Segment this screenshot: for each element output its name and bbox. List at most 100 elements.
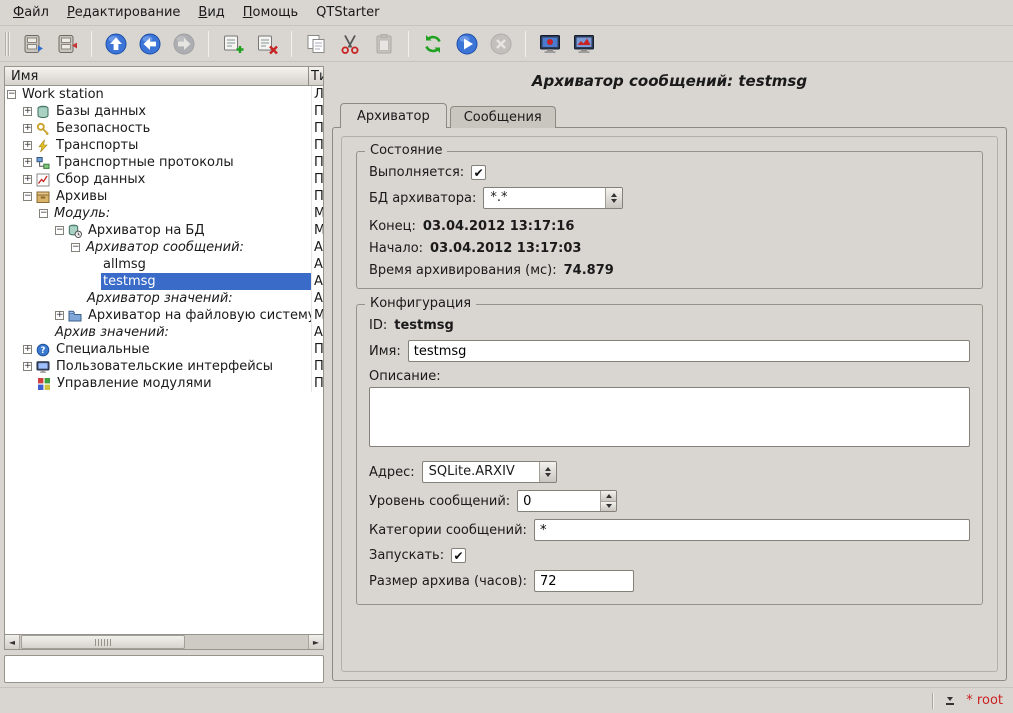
archiving-time-label: Время архивирования (мс): [369, 263, 557, 278]
vision-ui-button[interactable] [569, 29, 599, 59]
collapse-icon[interactable]: − [7, 90, 16, 99]
tree-item[interactable]: +Пользовательские интерфейсыП [5, 358, 323, 375]
archive-size-label: Размер архива (часов): [369, 574, 527, 589]
menu-view[interactable]: Вид [189, 2, 233, 23]
expand-icon[interactable]: + [23, 158, 32, 167]
tree-item[interactable]: −АрхивыП [5, 188, 323, 205]
menu-qtstarter[interactable]: QTStarter [307, 2, 388, 23]
tree-filter-box[interactable] [4, 655, 324, 683]
tree-item[interactable]: + Базы данныхП [5, 103, 323, 120]
tree-item[interactable]: −Архиватор на БДМ [5, 222, 323, 239]
databases-icon [36, 105, 51, 119]
add-item-button[interactable] [218, 29, 248, 59]
cut-item-button[interactable] [335, 29, 365, 59]
tree-item[interactable]: testmsgА [5, 273, 323, 290]
tree-item[interactable]: +ТранспортыП [5, 137, 323, 154]
fs-archiver-icon [68, 309, 83, 323]
address-combo[interactable]: SQLite.ARXIV [422, 461, 557, 483]
tree-item[interactable]: Управление модулямиП [5, 375, 323, 392]
tree-item[interactable]: + БезопасностьП [5, 120, 323, 137]
tree-item-type: П [311, 188, 323, 205]
expand-icon[interactable]: + [55, 311, 64, 320]
qtcfg-ui-button[interactable] [535, 29, 565, 59]
toolbar [0, 26, 1013, 62]
expand-icon[interactable]: + [23, 141, 32, 150]
back-button[interactable] [135, 29, 165, 59]
menu-edit[interactable]: Редактирование [58, 2, 189, 23]
categories-input[interactable] [534, 519, 970, 541]
message-level-spinbox[interactable] [517, 490, 617, 512]
tree-item[interactable]: +?СпециальныеП [5, 341, 323, 358]
tab-archiver[interactable]: Архиватор [340, 103, 447, 128]
tree-item[interactable]: +Архиватор на файловую системуМ [5, 307, 323, 324]
tree-item-label: Архиватор сообщений: [84, 239, 311, 256]
user-select-button[interactable] [941, 692, 959, 710]
chevron-down-icon [947, 697, 953, 701]
collapse-icon[interactable]: − [23, 192, 32, 201]
id-label: ID: [369, 318, 387, 333]
combo-arrows-icon[interactable] [539, 462, 556, 482]
tree-item[interactable]: −Модуль:М [5, 205, 323, 222]
tree-item[interactable]: Архиватор значений:А [5, 290, 323, 307]
tree-item[interactable]: Архив значений:А [5, 324, 323, 341]
menu-file[interactable]: Файл [4, 2, 58, 23]
copy-item-button[interactable] [301, 29, 331, 59]
up-button[interactable] [101, 29, 131, 59]
tree-indent [5, 264, 86, 265]
save-to-db-button[interactable] [52, 29, 82, 59]
tree-item-label: Безопасность [54, 120, 311, 137]
expand-icon[interactable]: + [23, 345, 32, 354]
scrollbar-thumb[interactable] [21, 635, 185, 649]
tree-indent [5, 247, 70, 248]
archiver-db-combo[interactable]: *.* [483, 187, 623, 209]
tab-messages[interactable]: Сообщения [450, 106, 556, 128]
stop-button [486, 29, 516, 59]
transports-icon [36, 139, 51, 153]
delete-item-button[interactable] [252, 29, 282, 59]
scroll-left-icon[interactable]: ◄ [5, 635, 20, 649]
tree-item-type: П [311, 375, 323, 392]
tree-item[interactable]: −Архиватор сообщений:А [5, 239, 323, 256]
expand-icon[interactable]: + [23, 175, 32, 184]
refresh-button[interactable] [418, 29, 448, 59]
collapse-icon[interactable]: − [55, 226, 64, 235]
scrollbar-grip-icon [95, 639, 111, 646]
description-textarea[interactable] [369, 387, 970, 447]
column-header-name[interactable]: Имя [5, 67, 309, 85]
tree-item-label: allmsg [101, 256, 311, 273]
tree-item-label: Базы данных [54, 103, 311, 120]
tree-item-type: А [311, 239, 323, 256]
expand-icon[interactable]: + [23, 362, 32, 371]
load-from-db-button[interactable] [18, 29, 48, 59]
combo-arrows-icon[interactable] [605, 188, 622, 208]
scroll-right-icon[interactable]: ► [308, 635, 323, 649]
scrollbar-track[interactable] [20, 635, 308, 649]
name-input[interactable] [408, 340, 970, 362]
tree-item[interactable]: −Work stationЛ [5, 86, 323, 103]
start-checkbox[interactable] [451, 548, 466, 563]
archive-size-input[interactable] [534, 570, 634, 592]
tree-item-label: Архиватор на файловую систему [86, 307, 311, 324]
detail-panel: Архиватор сообщений: testmsg Архиватор С… [332, 66, 1009, 683]
menu-help[interactable]: Помощь [234, 2, 307, 23]
collapse-icon[interactable]: − [71, 243, 80, 252]
expand-icon[interactable]: + [23, 107, 32, 116]
tree-item-type: П [311, 120, 323, 137]
start-periodic-update-button[interactable] [452, 29, 482, 59]
tree-item[interactable]: allmsgА [5, 256, 323, 273]
toolbar-separator [291, 31, 292, 57]
tree-item-type: П [311, 103, 323, 120]
spin-up-icon[interactable] [601, 491, 616, 502]
tree-item[interactable]: +Сбор данныхП [5, 171, 323, 188]
column-header-type[interactable]: Тип [309, 67, 323, 85]
toolbar-handle[interactable] [5, 32, 11, 56]
running-checkbox[interactable] [471, 165, 486, 180]
panel-splitter[interactable] [324, 66, 332, 683]
start-icon [455, 32, 479, 56]
spin-down-icon[interactable] [601, 502, 616, 512]
tree-item[interactable]: +Транспортные протоколыП [5, 154, 323, 171]
expand-icon[interactable]: + [23, 124, 32, 133]
message-level-input[interactable] [518, 491, 600, 511]
collapse-icon[interactable]: − [39, 209, 48, 218]
tree-item-label: Транспорты [54, 137, 311, 154]
